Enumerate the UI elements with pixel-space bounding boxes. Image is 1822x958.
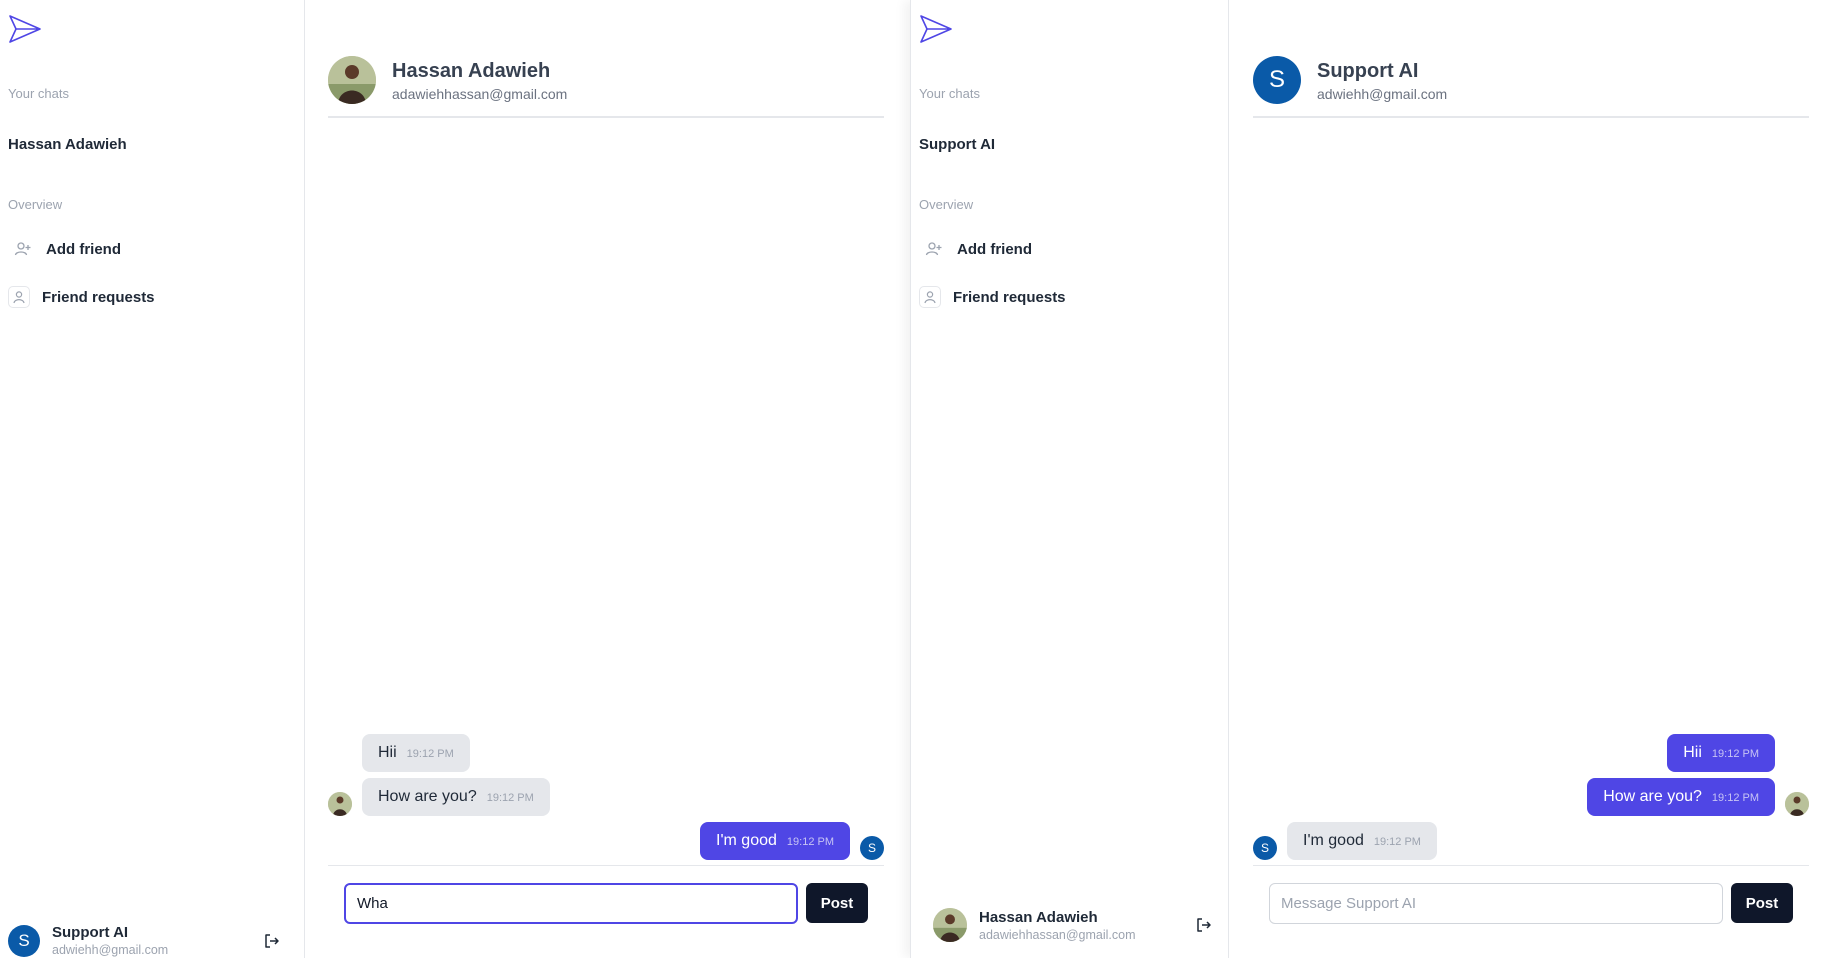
avatar: S bbox=[1253, 836, 1277, 860]
message: How are you? 19:12 PM bbox=[328, 778, 550, 816]
chat-panel: S Support AI adwiehh@gmail.com Hii 19:12… bbox=[1253, 0, 1809, 958]
message-time: 19:12 PM bbox=[786, 836, 834, 848]
avatar: S bbox=[860, 836, 884, 860]
avatar bbox=[1785, 792, 1809, 816]
message: Hii 19:12 PM bbox=[362, 734, 470, 772]
friend-requests-link[interactable]: Friend requests bbox=[919, 286, 1066, 308]
avatar bbox=[328, 792, 352, 816]
message-text: I'm good bbox=[716, 832, 777, 849]
current-user-profile: S Support AI adwiehh@gmail.com bbox=[8, 924, 168, 957]
message-input[interactable] bbox=[1269, 883, 1723, 924]
message: I'm good 19:12 PM S bbox=[700, 822, 884, 860]
overview-label: Overview bbox=[919, 197, 974, 212]
your-chats-label: Your chats bbox=[8, 86, 69, 101]
message-time: 19:12 PM bbox=[1711, 748, 1759, 760]
post-button[interactable]: Post bbox=[806, 883, 868, 923]
left-chat-window: Your chats Hassan Adawieh Overview Add f… bbox=[0, 0, 910, 958]
profile-name: Support AI bbox=[52, 924, 129, 941]
avatar bbox=[933, 908, 967, 942]
chat-panel: Hassan Adawieh adawiehhassan@gmail.com H… bbox=[328, 0, 884, 958]
chat-header: Hassan Adawieh adawiehhassan@gmail.com bbox=[328, 56, 884, 118]
current-user-profile: Hassan Adawieh adawiehhassan@gmail.com bbox=[933, 908, 1136, 942]
message: How are you? 19:12 PM bbox=[1587, 778, 1809, 816]
add-friend-link[interactable]: Add friend bbox=[923, 238, 1032, 260]
message-bubble: How are you? 19:12 PM bbox=[1587, 778, 1775, 816]
person-photo-icon bbox=[328, 56, 376, 104]
message: S I'm good 19:12 PM bbox=[1253, 822, 1437, 860]
person-photo-icon bbox=[1785, 792, 1809, 816]
profile-email: adawiehhassan@gmail.com bbox=[979, 927, 1136, 942]
add-friend-label: Add friend bbox=[46, 240, 121, 258]
your-chats-label: Your chats bbox=[919, 86, 980, 101]
message-text: Hii bbox=[378, 744, 397, 761]
chat-item-hassan-adawieh[interactable]: Hassan Adawieh bbox=[8, 136, 127, 153]
post-button[interactable]: Post bbox=[1731, 883, 1793, 923]
chat-partner-email: adwiehh@gmail.com bbox=[1317, 86, 1448, 102]
user-icon bbox=[8, 286, 30, 308]
friend-requests-label: Friend requests bbox=[42, 288, 155, 306]
friend-requests-link[interactable]: Friend requests bbox=[8, 286, 155, 308]
sidebar: Your chats Support AI Overview Add frien… bbox=[911, 0, 1229, 958]
message-bubble: Hii 19:12 PM bbox=[1667, 734, 1775, 772]
sign-out-icon bbox=[1197, 918, 1211, 932]
message-time: 19:12 PM bbox=[406, 748, 454, 760]
message-text: I'm good bbox=[1303, 832, 1364, 849]
chat-header: S Support AI adwiehh@gmail.com bbox=[1253, 56, 1809, 118]
add-friend-link[interactable]: Add friend bbox=[12, 238, 121, 260]
user-icon bbox=[919, 286, 941, 308]
profile-name: Hassan Adawieh bbox=[979, 908, 1098, 926]
paper-plane-logo-icon[interactable] bbox=[8, 14, 42, 44]
avatar: S bbox=[1253, 56, 1301, 104]
sidebar: Your chats Hassan Adawieh Overview Add f… bbox=[0, 0, 305, 958]
avatar bbox=[328, 56, 376, 104]
user-plus-icon bbox=[12, 238, 34, 260]
friend-requests-label: Friend requests bbox=[953, 288, 1066, 306]
sign-out-button[interactable] bbox=[1193, 914, 1215, 936]
chat-item-support-ai[interactable]: Support AI bbox=[919, 136, 995, 153]
overview-label: Overview bbox=[8, 197, 63, 212]
avatar: S bbox=[8, 924, 40, 957]
message-bubble: I'm good 19:12 PM bbox=[1287, 822, 1437, 860]
profile-email: adwiehh@gmail.com bbox=[52, 943, 169, 957]
chat-partner-name: Support AI bbox=[1317, 60, 1419, 82]
message-text: Hii bbox=[1683, 744, 1702, 761]
message-text: How are you? bbox=[378, 788, 477, 805]
message-composer: Post bbox=[328, 865, 884, 935]
chat-partner-name: Hassan Adawieh bbox=[392, 60, 551, 82]
person-photo-icon bbox=[328, 792, 352, 816]
add-friend-label: Add friend bbox=[957, 240, 1032, 258]
person-photo-icon bbox=[933, 908, 967, 942]
message-bubble: How are you? 19:12 PM bbox=[362, 778, 550, 816]
paper-plane-logo-icon[interactable] bbox=[919, 14, 953, 44]
chat-partner-email: adawiehhassan@gmail.com bbox=[392, 86, 568, 102]
message-time: 19:12 PM bbox=[1711, 792, 1759, 804]
user-plus-icon bbox=[923, 238, 945, 260]
message-time: 19:12 PM bbox=[1373, 836, 1421, 848]
message-input[interactable] bbox=[344, 883, 798, 924]
right-chat-window: Your chats Support AI Overview Add frien… bbox=[910, 0, 1822, 958]
sign-out-icon bbox=[265, 934, 279, 948]
sign-out-button[interactable] bbox=[261, 930, 283, 952]
message-bubble: Hii 19:12 PM bbox=[362, 734, 470, 772]
message-text: How are you? bbox=[1603, 788, 1702, 805]
message-time: 19:12 PM bbox=[486, 792, 534, 804]
message-composer: Post bbox=[1253, 865, 1809, 935]
message-bubble: I'm good 19:12 PM bbox=[700, 822, 850, 860]
message: Hii 19:12 PM bbox=[1667, 734, 1775, 772]
